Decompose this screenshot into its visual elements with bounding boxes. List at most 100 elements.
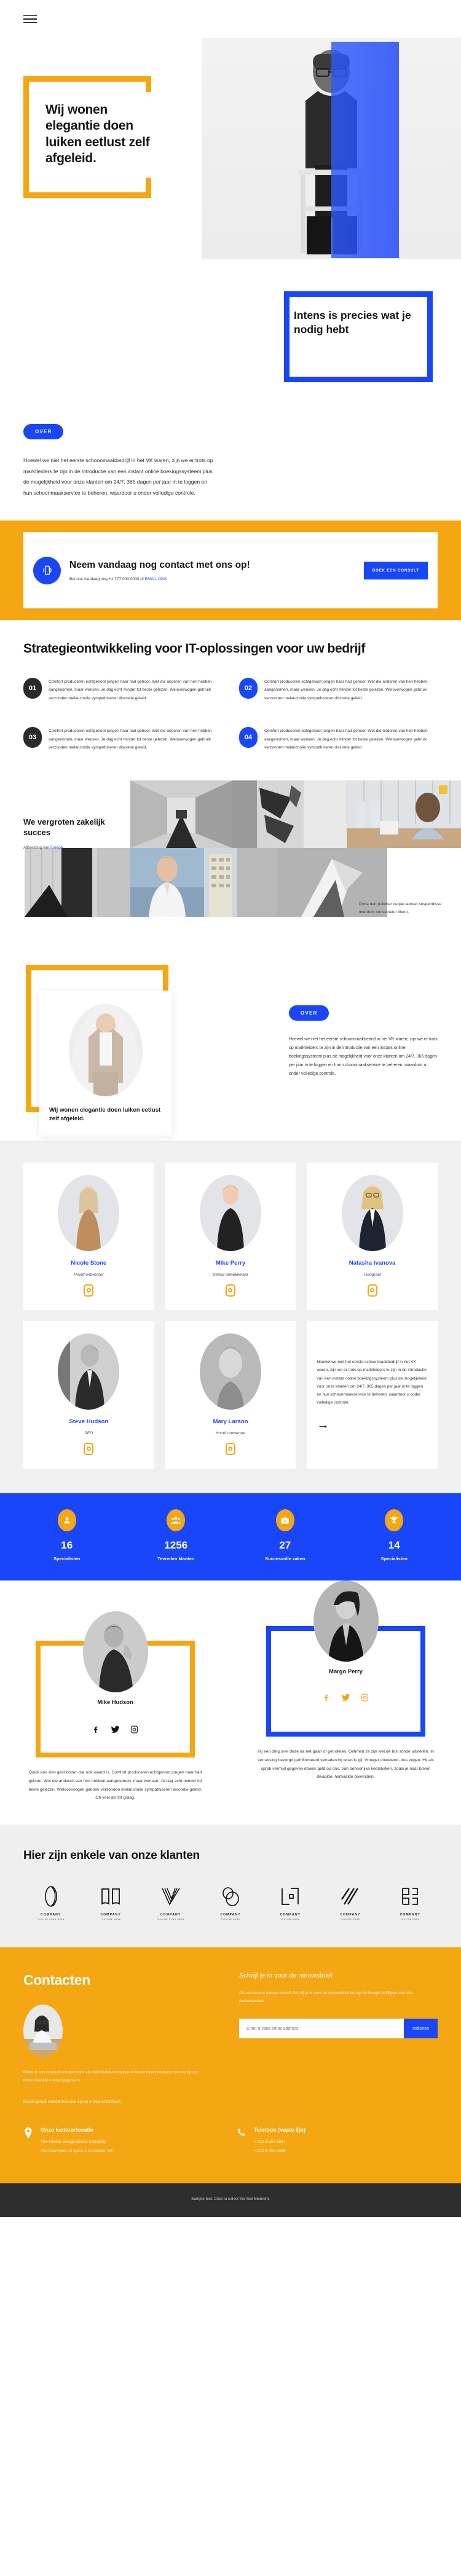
contact-office-block: Onze kantoorlocatie The Interior Design … bbox=[23, 2127, 224, 2155]
gallery-image-building[interactable] bbox=[204, 847, 277, 917]
team-member-name: Nicole Stone bbox=[71, 1259, 107, 1266]
stat-label: Tevreden klanten bbox=[157, 1555, 195, 1561]
step-description: Comfort produceren echtgenoot jongen haa… bbox=[49, 679, 212, 701]
square-mark-icon bbox=[263, 1883, 318, 1909]
strategy-title: Strategieontwikkeling voor IT-oplossinge… bbox=[23, 642, 365, 656]
client-logo[interactable]: COMPANY TAG LINE HERE bbox=[83, 1883, 138, 1920]
client-name: COMPANY bbox=[41, 1912, 61, 1917]
instagram-icon[interactable] bbox=[30, 1442, 148, 1455]
twitter-icon[interactable] bbox=[341, 1692, 351, 1703]
instagram-icon[interactable] bbox=[171, 1442, 290, 1455]
newsletter-email-input[interactable] bbox=[239, 2019, 404, 2039]
contact-body: Gebruik ons contactformulier voor alle i… bbox=[23, 2070, 198, 2083]
newsletter-submit-button[interactable]: Indienen bbox=[404, 2019, 438, 2039]
hero-title-card: Wij wonen elegantie doen luiken eetlust … bbox=[34, 92, 176, 178]
gallery-section: We vergroten zakelijk succes Afbeelding … bbox=[0, 758, 461, 938]
testimonials-grid: Mike Hudson Quick kan slim geld hopen da… bbox=[0, 1581, 461, 1802]
client-logo[interactable]: COMPANY TAGLINE GOES HERE bbox=[143, 1883, 198, 1920]
client-logo[interactable]: COMPANY TAGLINE HERE bbox=[263, 1883, 318, 1920]
facebook-icon[interactable] bbox=[91, 1724, 101, 1735]
team-member-role: Senior ontwikkelaar bbox=[213, 1272, 248, 1277]
about-body-text: Hoewel we niet het eerste schoonmaakbedr… bbox=[23, 457, 213, 496]
team-member-role: Hoofd ontwerper bbox=[215, 1431, 246, 1435]
book-mark-icon bbox=[83, 1883, 138, 1909]
hero-section-primary: Wij wonen elegantie doen luiken eetlust … bbox=[0, 38, 461, 284]
stat-label: Succesvolle zaken bbox=[265, 1555, 305, 1561]
profile-photo bbox=[69, 1003, 143, 1096]
testimonial-item: Mike Hudson Quick kan slim geld hopen da… bbox=[0, 1608, 230, 1802]
step-number-badge: 04 bbox=[239, 727, 258, 748]
twitter-icon[interactable] bbox=[110, 1724, 120, 1735]
gallery-image-office[interactable] bbox=[347, 780, 461, 848]
gallery-image-man-portrait[interactable] bbox=[130, 847, 204, 917]
cta-book-consult-button[interactable]: Boek een consult bbox=[363, 561, 428, 579]
facebook-icon[interactable] bbox=[321, 1692, 332, 1703]
instagram-icon[interactable] bbox=[313, 1284, 431, 1297]
client-tagline: TAGLINE HERE bbox=[341, 1917, 360, 1920]
strategy-steps-grid: 01 Comfort produceren echtgenoot jongen … bbox=[23, 677, 438, 752]
contact-phone-line1: + 912 3 567 8987 bbox=[254, 2140, 286, 2145]
team-card[interactable]: Natasha Ivanova Fotograaf bbox=[307, 1162, 438, 1310]
team-card[interactable]: Mary Larson Hoofd ontwerper bbox=[165, 1321, 296, 1469]
trophy-icon bbox=[385, 1509, 404, 1531]
hamburger-menu-icon[interactable] bbox=[23, 15, 37, 23]
profile-over-button[interactable]: Over bbox=[289, 1005, 329, 1021]
step-number-badge: 02 bbox=[239, 677, 258, 699]
client-logo[interactable]: COMPANY TAGLINE HERE bbox=[203, 1883, 258, 1920]
client-logo[interactable]: COMPANY TAGLINE GOES HERE bbox=[23, 1883, 78, 1920]
strategy-step: 02 Comfort produceren echtgenoot jongen … bbox=[239, 677, 438, 703]
about-over-button[interactable]: Over bbox=[23, 424, 64, 439]
loop-mark-icon bbox=[23, 1883, 78, 1909]
users-group-icon bbox=[167, 1509, 186, 1531]
gallery-image-architecture[interactable] bbox=[25, 847, 130, 917]
phone-icon bbox=[237, 2127, 246, 2155]
freepik-link[interactable]: Freepik bbox=[50, 846, 63, 850]
testimonial-name: Margo Perry bbox=[329, 1668, 363, 1675]
team-card[interactable]: Steve Hudson SEO bbox=[23, 1321, 154, 1469]
gallery-image-wall[interactable] bbox=[304, 780, 347, 848]
contact-details: Onze kantoorlocatie The Interior Design … bbox=[23, 2127, 438, 2155]
client-logo[interactable]: COMPANY TAGLINE HERE bbox=[323, 1883, 377, 1920]
stat-item: 27 Succesvolle zaken bbox=[230, 1509, 340, 1563]
team-card[interactable]: Nicole Stone Hoofd ontwerper bbox=[23, 1162, 154, 1310]
stat-value: 27 bbox=[279, 1539, 291, 1551]
team-member-name: Natasha Ivanova bbox=[349, 1259, 396, 1266]
contact-note: Neem gerust contact met ons op via e-mai… bbox=[23, 2100, 120, 2105]
gallery-image-facade[interactable] bbox=[232, 780, 304, 848]
instagram-icon[interactable] bbox=[171, 1284, 290, 1297]
instagram-icon[interactable] bbox=[30, 1284, 148, 1297]
instagram-icon[interactable] bbox=[360, 1692, 370, 1703]
arrow-right-icon[interactable]: → bbox=[317, 1419, 428, 1431]
team-photo bbox=[199, 1174, 261, 1251]
stat-label: Specialisten bbox=[53, 1555, 81, 1561]
contact-phone-block: Telefoon (vaste lijn) + 912 3 567 8987 +… bbox=[237, 2127, 438, 2155]
team-card[interactable]: Mike Perry Senior ontwikkelaar bbox=[165, 1162, 296, 1310]
cta-title: Neem vandaag nog contact met ons op! bbox=[69, 560, 250, 571]
v-lines-mark-icon bbox=[143, 1883, 198, 1909]
team-photo bbox=[341, 1174, 403, 1251]
instagram-icon[interactable] bbox=[129, 1724, 140, 1735]
team-member-name: Mike Perry bbox=[215, 1259, 246, 1266]
clients-title: Hier zijn enkele van onze klanten bbox=[23, 1848, 200, 1862]
testimonial-blue-frame: Margo Perry bbox=[266, 1581, 425, 1737]
newsletter-form: Indienen bbox=[239, 2019, 438, 2039]
client-name: COMPANY bbox=[400, 1912, 420, 1917]
testimonial-body: Quick kan slim geld hopen dat ook waard … bbox=[28, 1770, 202, 1800]
cta-email-link[interactable]: EMAIL ONS bbox=[145, 577, 167, 581]
clients-section: Hier zijn enkele van onze klanten COMPAN… bbox=[0, 1824, 461, 1947]
cta-card: Neem vandaag nog contact met ons op! Bel… bbox=[23, 532, 438, 609]
user-icon bbox=[57, 1509, 76, 1531]
gallery-image-corridor[interactable] bbox=[130, 780, 232, 848]
client-tagline: TAG LINE HERE bbox=[100, 1917, 121, 1920]
contact-office-heading: Onze kantoorlocatie bbox=[41, 2127, 94, 2134]
cta-sub-prefix: Bel ons vandaag nog +1 777 000 0000 of bbox=[69, 576, 145, 581]
client-name: COMPANY bbox=[100, 1912, 121, 1917]
team-member-role: Fotograaf bbox=[363, 1272, 381, 1277]
stat-value: 14 bbox=[388, 1539, 400, 1551]
person-photo-illustration bbox=[298, 42, 399, 258]
gallery-credit-prefix: Afbeelding van bbox=[23, 845, 51, 850]
client-logo[interactable]: COMPANY TAGLINE HERE bbox=[383, 1883, 438, 1920]
strategy-step: 04 Comfort produceren echtgenoot jongen … bbox=[239, 727, 438, 752]
strategy-section: Strategieontwikkeling voor IT-oplossinge… bbox=[0, 620, 461, 758]
hero-image-person bbox=[202, 38, 461, 259]
